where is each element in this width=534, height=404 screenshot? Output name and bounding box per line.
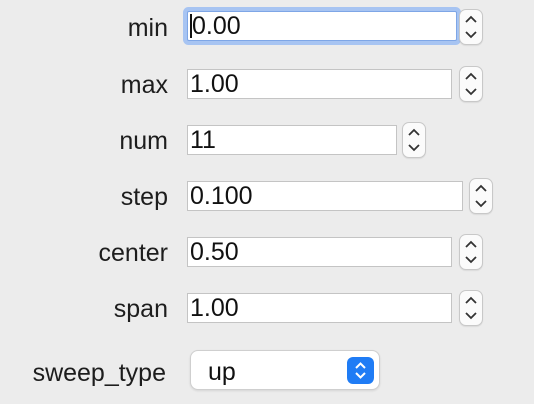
min-value: 0.00 <box>192 12 241 40</box>
num-field[interactable]: 11 <box>187 125 397 155</box>
num-increment-button[interactable] <box>403 123 425 140</box>
span-increment-button[interactable] <box>460 291 482 308</box>
num-value: 11 <box>190 126 216 154</box>
chevron-up-icon <box>465 72 477 80</box>
max-increment-button[interactable] <box>460 67 482 84</box>
num-label: num <box>119 127 168 155</box>
sweep-type-value: up <box>208 358 236 386</box>
num-decrement-button[interactable] <box>403 140 425 157</box>
max-label: max <box>120 71 168 99</box>
span-stepper[interactable] <box>459 290 483 326</box>
span-field[interactable]: 1.00 <box>187 293 452 323</box>
center-stepper[interactable] <box>459 234 483 270</box>
center-value: 0.50 <box>190 238 239 266</box>
max-decrement-button[interactable] <box>460 84 482 101</box>
chevron-up-icon <box>465 240 477 248</box>
chevron-up-icon <box>465 15 477 23</box>
max-value: 1.00 <box>190 70 239 98</box>
min-stepper[interactable] <box>459 9 483 45</box>
step-field[interactable]: 0.100 <box>187 181 463 211</box>
span-value: 1.00 <box>190 294 239 322</box>
sweep-type-select[interactable]: up <box>190 350 380 390</box>
min-field[interactable]: 0.00 <box>187 11 457 41</box>
step-decrement-button[interactable] <box>470 196 492 213</box>
min-increment-button[interactable] <box>460 10 482 27</box>
center-field[interactable]: 0.50 <box>187 237 452 267</box>
center-label: center <box>98 239 168 267</box>
chevron-up-icon <box>408 128 420 136</box>
updown-arrows-icon <box>347 357 374 384</box>
min-decrement-button[interactable] <box>460 27 482 44</box>
chevron-down-icon <box>408 144 420 152</box>
step-label: step <box>120 183 168 211</box>
max-field[interactable]: 1.00 <box>187 69 452 99</box>
chevron-up-icon <box>475 184 487 192</box>
chevron-down-icon <box>475 200 487 208</box>
span-decrement-button[interactable] <box>460 308 482 325</box>
chevron-down-icon <box>465 256 477 264</box>
center-decrement-button[interactable] <box>460 252 482 269</box>
chevron-down-icon <box>465 88 477 96</box>
chevron-down-icon <box>465 312 477 320</box>
step-stepper[interactable] <box>469 178 493 214</box>
sweep-type-label: sweep_type <box>32 359 166 387</box>
num-stepper[interactable] <box>402 122 426 158</box>
chevron-up-icon <box>465 296 477 304</box>
center-increment-button[interactable] <box>460 235 482 252</box>
step-value: 0.100 <box>190 182 253 210</box>
chevron-down-icon <box>465 31 477 39</box>
step-increment-button[interactable] <box>470 179 492 196</box>
min-label: min <box>127 14 168 42</box>
max-stepper[interactable] <box>459 66 483 102</box>
span-label: span <box>113 295 168 323</box>
